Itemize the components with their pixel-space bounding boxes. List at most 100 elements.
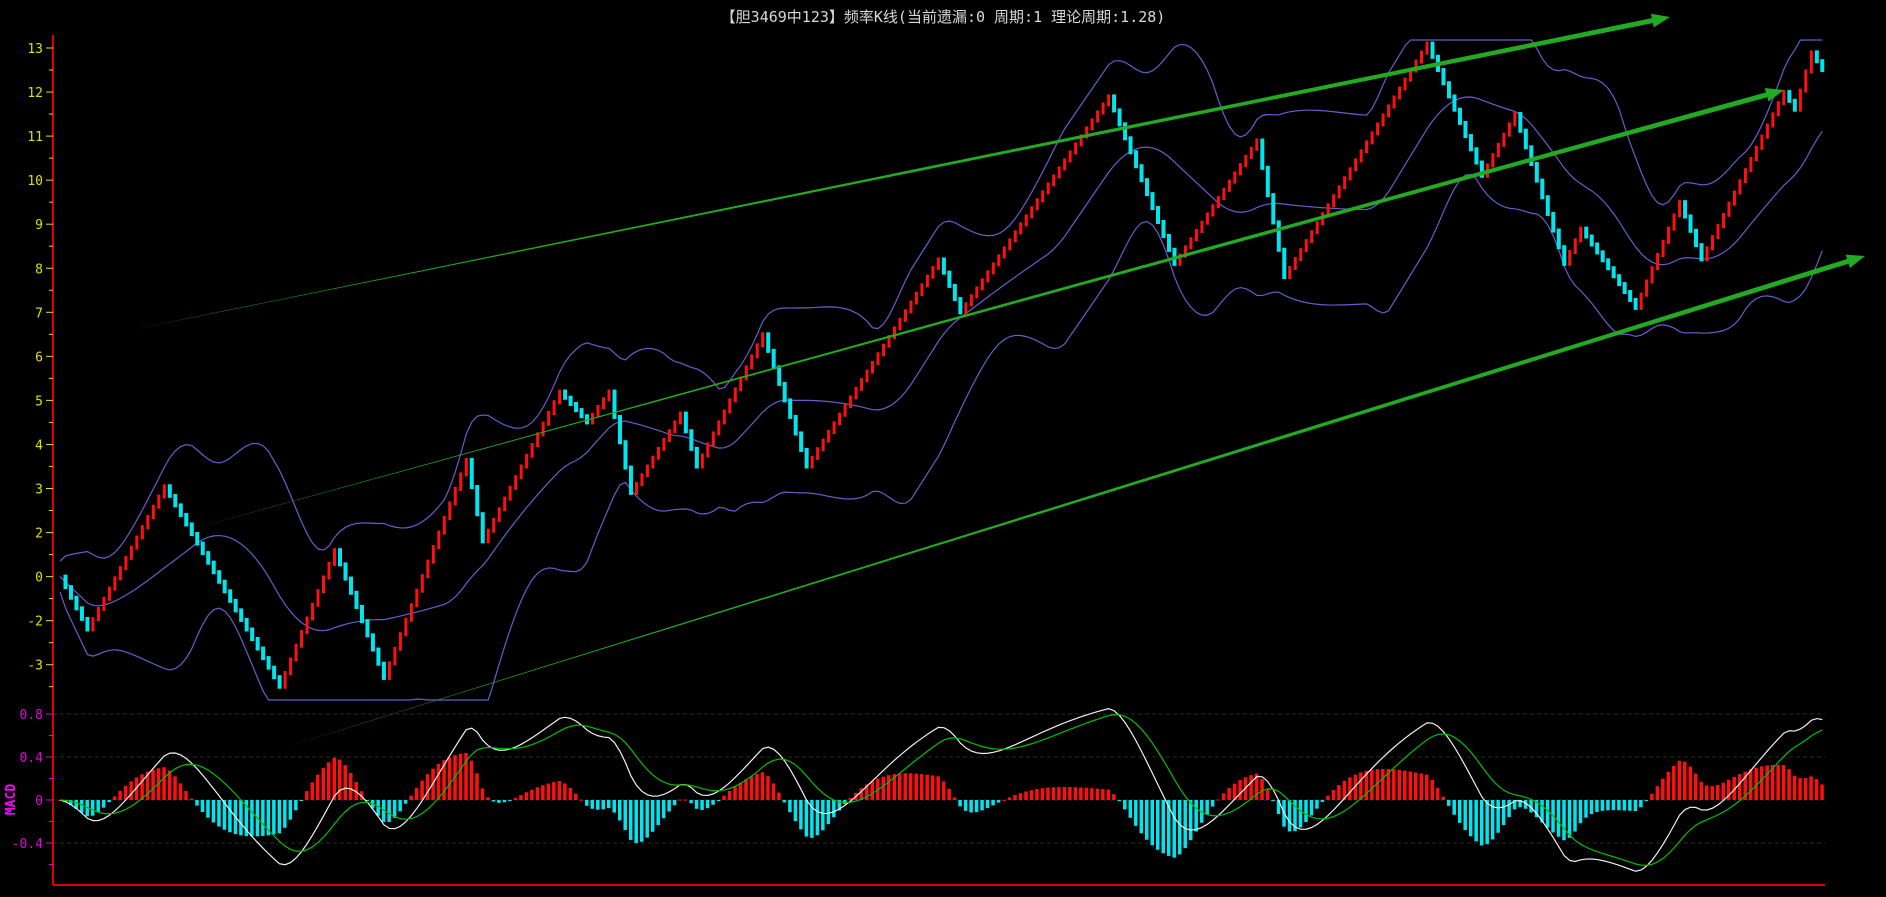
macd-positive-bar [777,792,781,800]
down-candle [1518,112,1523,133]
macd-negative-bar [1188,800,1193,841]
up-candle [1491,153,1495,168]
macd-positive-bar [908,773,913,800]
up-candle [821,438,825,452]
up-candle [744,365,748,381]
macd-positive-bar [316,774,320,800]
macd-positive-bar [1715,784,1720,800]
down-candle [958,297,963,315]
up-candle [1650,266,1654,284]
down-candle [189,522,194,537]
main-y-tick-label: 0 [35,571,43,586]
up-candle [415,588,419,608]
macd-negative-bar [1600,800,1605,811]
up-candle [1052,174,1056,187]
macd-positive-bar [414,787,419,800]
down-candle [941,257,946,275]
up-candle [1425,41,1429,55]
macd-positive-bar [1106,789,1111,800]
macd-negative-bar [1271,800,1275,802]
up-candle [1315,221,1319,235]
up-candle [426,559,430,579]
macd-positive-bar [1079,787,1083,800]
macd-negative-bar [1172,800,1176,858]
macd-negative-bar [1639,800,1643,808]
down-candle [63,574,68,590]
up-candle [404,617,408,637]
macd-negative-bar [200,800,205,813]
main-y-tick-label: -2 [27,615,43,630]
macd-positive-bar [1040,788,1045,800]
down-candle [211,560,216,575]
down-candle [376,647,381,666]
macd-positive-bar [469,760,474,800]
down-candle [1139,164,1144,183]
macd-negative-bar [239,800,243,836]
up-candle [398,632,402,651]
macd-positive-bar [1068,787,1072,800]
macd-negative-bar [623,800,627,830]
down-candle [568,395,573,406]
up-candle [816,447,820,460]
up-candle [755,343,759,359]
down-candle [1694,228,1699,248]
up-candle [711,431,715,447]
macd-negative-bar [804,800,809,837]
macd-positive-bar [1699,781,1704,800]
macd-positive-bar [771,783,776,800]
macd-positive-bar [914,773,918,800]
macd-positive-bar [1765,765,1769,800]
macd-negative-bar [376,800,380,816]
down-candle [1622,282,1627,295]
down-candle [1600,250,1605,263]
macd-positive-bar [881,776,885,800]
macd-positive-bar [952,797,957,800]
down-candle [1584,226,1589,239]
down-candle [766,332,771,353]
macd-negative-bar [195,800,199,806]
main-y-tick-label: 8 [35,262,43,277]
macd-positive-bar [1677,760,1682,800]
down-candle [1166,233,1171,252]
macd-negative-bar [107,800,111,803]
down-candle [1699,243,1704,262]
up-candle [162,484,166,499]
up-candle [96,607,100,622]
bollinger-middle-line [59,96,1823,632]
macd-negative-bar [1315,800,1319,809]
macd-positive-bar [1737,774,1742,800]
macd-positive-bar [480,788,485,800]
up-candle [1678,200,1682,218]
down-candle [1529,145,1534,166]
up-candle [607,389,611,402]
up-candle [409,603,413,622]
macd-negative-bar [639,800,644,842]
up-candle [1359,149,1363,163]
up-candle [832,421,836,434]
up-candle [645,464,649,478]
macd-positive-bar [1792,775,1797,800]
up-candle [1068,150,1072,163]
up-candle [118,566,122,581]
up-candle [860,378,864,391]
macd-positive-bar [332,757,336,800]
up-candle [442,516,446,535]
macd-positive-bar [1781,764,1786,800]
macd-positive-bar [1057,787,1061,800]
macd-positive-bar [436,763,441,800]
main-y-tick-label: 6 [35,350,43,365]
up-candle [327,561,331,580]
macd-negative-bar [90,800,95,816]
up-candle [1705,246,1709,262]
up-candle [1573,238,1577,255]
up-candle [1299,248,1303,262]
up-candle [733,387,737,403]
up-candle [1579,226,1583,243]
chart-canvas: 13 12 11 10 9 8 7 6 5 4 3 2 0 -2 -3 0.8 0.4 0 -0.4 [12,13,1865,886]
macd-positive-bar [524,792,529,800]
macd-positive-bar [1425,774,1429,800]
up-candle [547,410,551,426]
macd-positive-bar [305,791,309,800]
up-candle [1194,228,1198,242]
macd-negative-bar [815,800,820,836]
